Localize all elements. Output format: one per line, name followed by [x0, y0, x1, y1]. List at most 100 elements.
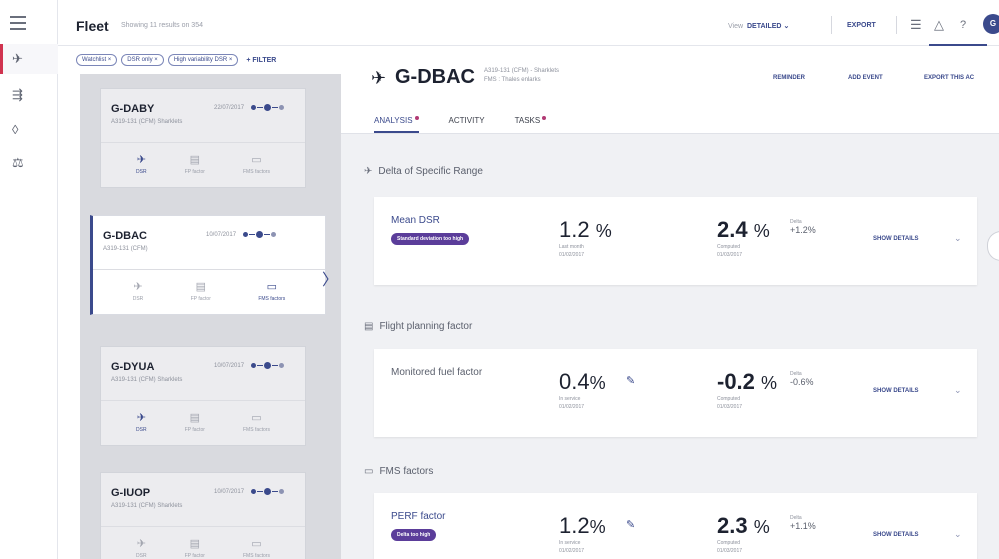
nav-rail: ✈ ⇶ ◊ ⚖ — [0, 0, 58, 559]
fms-factors-tool[interactable]: ▭ FMS factors — [243, 154, 270, 176]
metric-name[interactable]: Mean DSR — [391, 215, 440, 226]
dsr-icon: ✈ — [133, 281, 143, 293]
chevron-down-icon[interactable]: ⌄ — [954, 529, 962, 540]
aircraft-reg: G-DABY — [111, 103, 155, 115]
dsr-tool[interactable]: ✈ DSR — [136, 539, 147, 559]
metric-value-2: -0.2 % — [717, 369, 778, 394]
metric-delta: Delta +1.1% — [790, 515, 816, 531]
aircraft-date: 10/07/2017 — [206, 232, 237, 238]
section-title-dsr: ✈ Delta of Specific Range — [364, 166, 483, 177]
section-title-fp: ▤ Flight planning factor — [364, 321, 473, 332]
chevron-right-icon[interactable]: 〉 — [322, 266, 338, 290]
aircraft-model: A319-131 (CFM) Sharklets — [111, 503, 183, 509]
metric-value-1-label: In service 01/02/2017 — [559, 396, 585, 410]
fp-book-icon: ▤ — [189, 412, 200, 424]
export-this-ac-button[interactable]: EXPORT THIS AC — [924, 75, 974, 81]
fms-factors-tool[interactable]: ▭ FMS factors — [243, 539, 270, 559]
aircraft-card-selected[interactable]: G-DBAC A319-131 (CFM) 10/07/2017 ✈ DSR ▤ F… — [90, 215, 326, 315]
fms-screen-icon: ▭ — [251, 412, 262, 424]
dsr-tool[interactable]: ✈ DSR — [133, 281, 144, 303]
app: ✈ ⇶ ◊ ⚖ Fleet Showing 11 results on 354 … — [0, 0, 999, 559]
aircraft-date: 10/07/2017 — [214, 489, 245, 495]
aircraft-model: A319-131 (CFM) Sharklets — [111, 119, 183, 125]
help-icon[interactable]: ? — [960, 19, 966, 31]
metric-card-mean-dsr: Mean DSR Standard deviation too high 1.2… — [374, 197, 977, 285]
view-select[interactable]: DETAILED ⌄ — [747, 22, 789, 30]
fp-factor-tool[interactable]: ▤ FP factor — [185, 412, 205, 434]
top-bar: Fleet Showing 11 results on 354 View DET… — [58, 0, 999, 46]
show-details-button[interactable]: SHOW DETAILS — [873, 388, 919, 394]
notification-dot — [414, 116, 419, 120]
hamburger-menu-icon[interactable] — [10, 16, 26, 30]
fp-book-icon: ▤ — [189, 538, 200, 550]
export-button[interactable]: EXPORT — [847, 22, 876, 29]
fuel-drop-icon[interactable]: ◊ — [0, 114, 58, 144]
fms-screen-icon: ▭ — [251, 154, 262, 166]
reminder-button[interactable]: REMINDER — [773, 75, 805, 81]
metric-value-1: 1.2% — [559, 513, 606, 538]
detail-header: ✈ G-DBAC A319-131 (CFM) - Sharklets FMS … — [341, 46, 999, 134]
view-value: DETAILED — [747, 23, 782, 30]
show-details-button[interactable]: SHOW DETAILS — [873, 532, 919, 538]
chevron-down-icon: ⌄ — [783, 23, 790, 30]
fp-book-icon: ▤ — [189, 154, 200, 166]
fms-screen-icon: ▭ — [364, 466, 374, 477]
tab-tasks[interactable]: TASKS — [515, 116, 547, 133]
fms-screen-icon: ▭ — [266, 281, 277, 293]
detail-model: A319-131 (CFM) - Sharklets — [484, 68, 560, 74]
fleet-nav-icon[interactable]: ✈ — [0, 44, 58, 74]
aircraft-reg: G-DYUA — [111, 361, 155, 373]
aircraft-detail-pane: ✈ G-DBAC A319-131 (CFM) - Sharklets FMS … — [341, 46, 999, 559]
pencil-edit-icon[interactable]: ✎ — [626, 518, 635, 531]
routes-nav-icon[interactable]: ⇶ — [0, 80, 58, 110]
detail-fms: FMS : Thales enlarks — [484, 77, 541, 83]
dsr-tool[interactable]: ✈ DSR — [136, 155, 147, 176]
scroll-handle[interactable] — [987, 231, 999, 261]
metric-name[interactable]: Monitored fuel factor — [391, 367, 482, 378]
metric-value-2: 2.4 % — [717, 217, 770, 242]
aircraft-card[interactable]: G-IUOP A319-131 (CFM) Sharklets 10/07/20… — [100, 472, 306, 559]
metric-value-1-label: In service 01/02/2017 — [559, 540, 585, 554]
tab-analysis[interactable]: ANALYSIS — [374, 116, 419, 133]
avatar[interactable]: G — [983, 14, 999, 34]
show-details-button[interactable]: SHOW DETAILS — [873, 236, 919, 242]
dsr-tool[interactable]: ✈ DSR — [136, 412, 147, 434]
results-count: Showing 11 results on 354 — [121, 22, 203, 29]
filter-chip-high-variability[interactable]: High variability DSR × — [167, 54, 239, 66]
pencil-edit-icon[interactable]: ✎ — [626, 374, 635, 387]
filter-bar: Watchlist × DSR only × High variability … — [76, 54, 276, 66]
aircraft-card[interactable]: G-DYUA A319-131 (CFM) Sharklets 10/07/20… — [100, 346, 306, 446]
fms-factors-tool[interactable]: ▭ FMS factors — [243, 412, 270, 434]
fp-factor-tool[interactable]: ▤ FP factor — [185, 539, 205, 559]
fp-factor-tool[interactable]: ▤ FP factor — [185, 154, 205, 176]
add-filter-button[interactable]: + FILTER — [246, 57, 276, 64]
metric-value-2: 2.3 % — [717, 513, 770, 538]
filter-chip-dsr-only[interactable]: DSR only × — [121, 54, 164, 66]
dsr-icon: ✈ — [136, 412, 146, 424]
bell-icon[interactable]: △ — [934, 17, 944, 33]
metric-delta: Delta +1.2% — [790, 219, 816, 235]
list-icon[interactable]: ☰ — [910, 17, 922, 33]
metric-name[interactable]: PERF factor — [391, 511, 445, 522]
aircraft-date: 10/07/2017 — [214, 363, 245, 369]
view-label: View — [728, 23, 744, 30]
warning-badge: Delta too high — [391, 529, 437, 541]
chevron-down-icon[interactable]: ⌄ — [954, 233, 962, 244]
chevron-down-icon[interactable]: ⌄ — [954, 385, 962, 396]
aircraft-model: A319-131 (CFM) Sharklets — [111, 377, 183, 383]
fms-factors-tool[interactable]: ▭ FMS factors — [258, 281, 285, 303]
warning-badge: Standard deviation too high — [391, 233, 470, 245]
add-event-button[interactable]: ADD EVENT — [848, 75, 883, 81]
tab-activity[interactable]: ACTIVITY — [449, 116, 485, 133]
aircraft-card[interactable]: G-DABY A319-131 (CFM) Sharklets 22/07/20… — [100, 88, 306, 188]
status-timeline-icon — [251, 488, 284, 495]
balance-nav-icon[interactable]: ⚖ — [0, 148, 58, 178]
filter-chip-watchlist[interactable]: Watchlist × — [76, 54, 118, 66]
page-title: Fleet — [76, 18, 109, 34]
status-timeline-icon — [251, 104, 284, 111]
metric-value-1: 1.2 % — [559, 217, 612, 242]
aircraft-date: 22/07/2017 — [214, 105, 245, 111]
fleet-list-pane: Watchlist × DSR only × High variability … — [58, 46, 341, 559]
aircraft-model: A319-131 (CFM) — [103, 246, 148, 252]
fp-factor-tool[interactable]: ▤ FP factor — [191, 282, 211, 303]
